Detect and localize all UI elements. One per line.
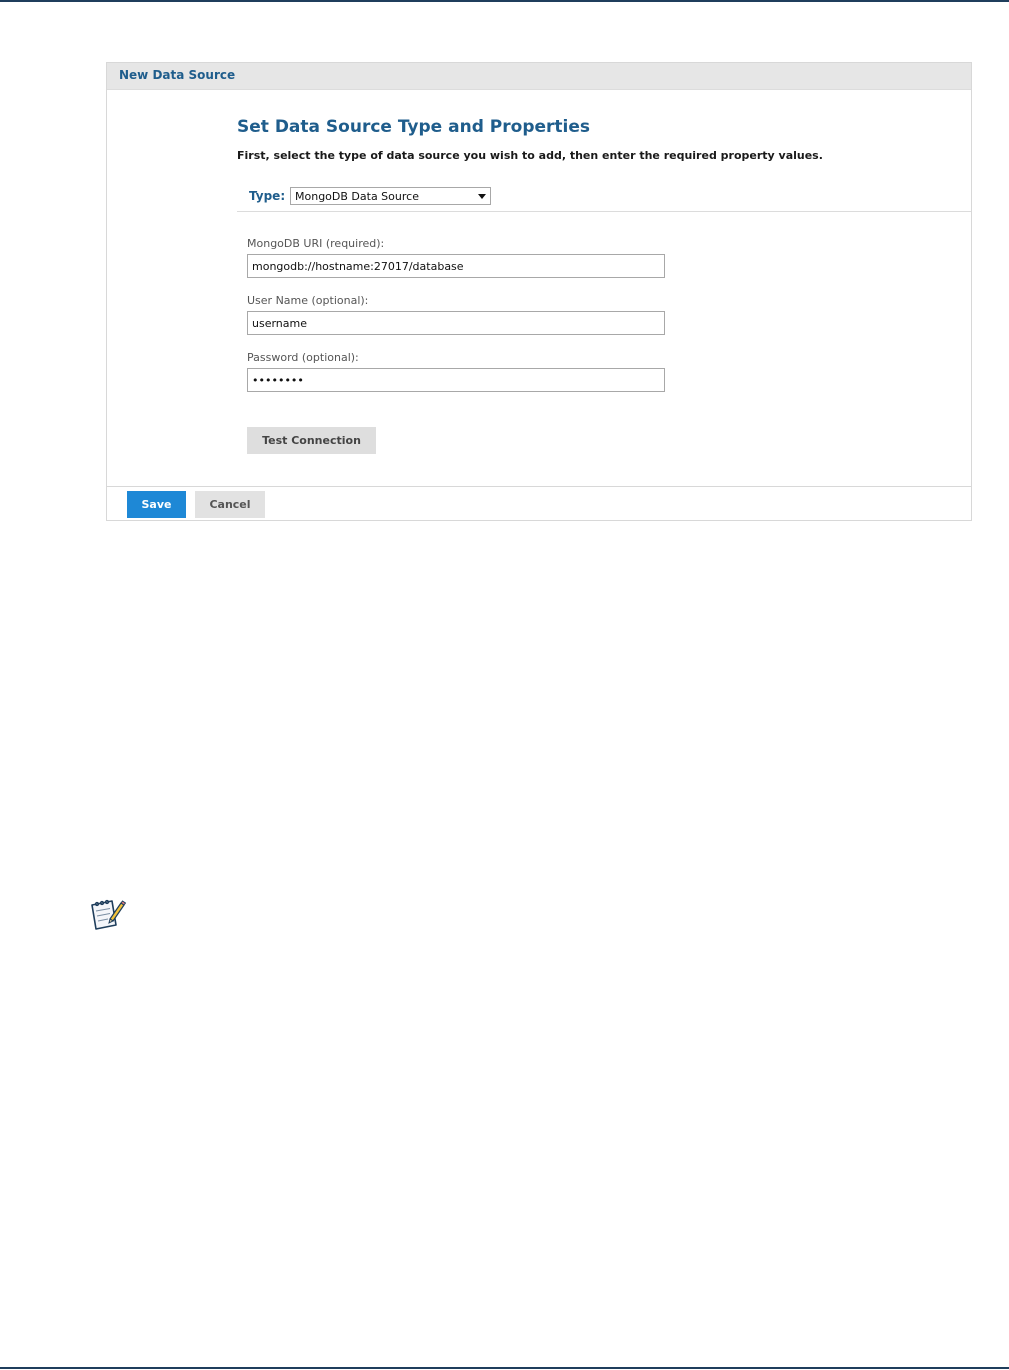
password-label: Password (optional): [247,351,359,364]
chevron-down-icon [478,194,486,199]
password-input[interactable] [247,368,665,392]
note-pencil-icon [86,895,127,935]
uri-label: MongoDB URI (required): [247,237,385,250]
page-top-rule [0,0,1009,2]
type-divider [237,211,971,212]
username-input[interactable] [247,311,665,335]
type-select[interactable]: MongoDB Data Source [290,187,491,205]
new-data-source-dialog: New Data Source Set Data Source Type and… [106,62,972,521]
username-label: User Name (optional): [247,294,369,307]
uri-input[interactable] [247,254,665,278]
type-label: Type: [249,189,286,203]
test-connection-button[interactable]: Test Connection [247,427,376,454]
dialog-title: New Data Source [119,68,236,82]
dialog-header: New Data Source [107,63,971,90]
section-title: Set Data Source Type and Properties [237,117,590,137]
page-bottom-rule [0,1367,1009,1369]
instructions-text: First, select the type of data source yo… [237,149,823,162]
save-button[interactable]: Save [127,491,186,518]
cancel-button[interactable]: Cancel [195,491,265,518]
type-select-value: MongoDB Data Source [295,190,419,203]
footer-divider [107,486,971,487]
